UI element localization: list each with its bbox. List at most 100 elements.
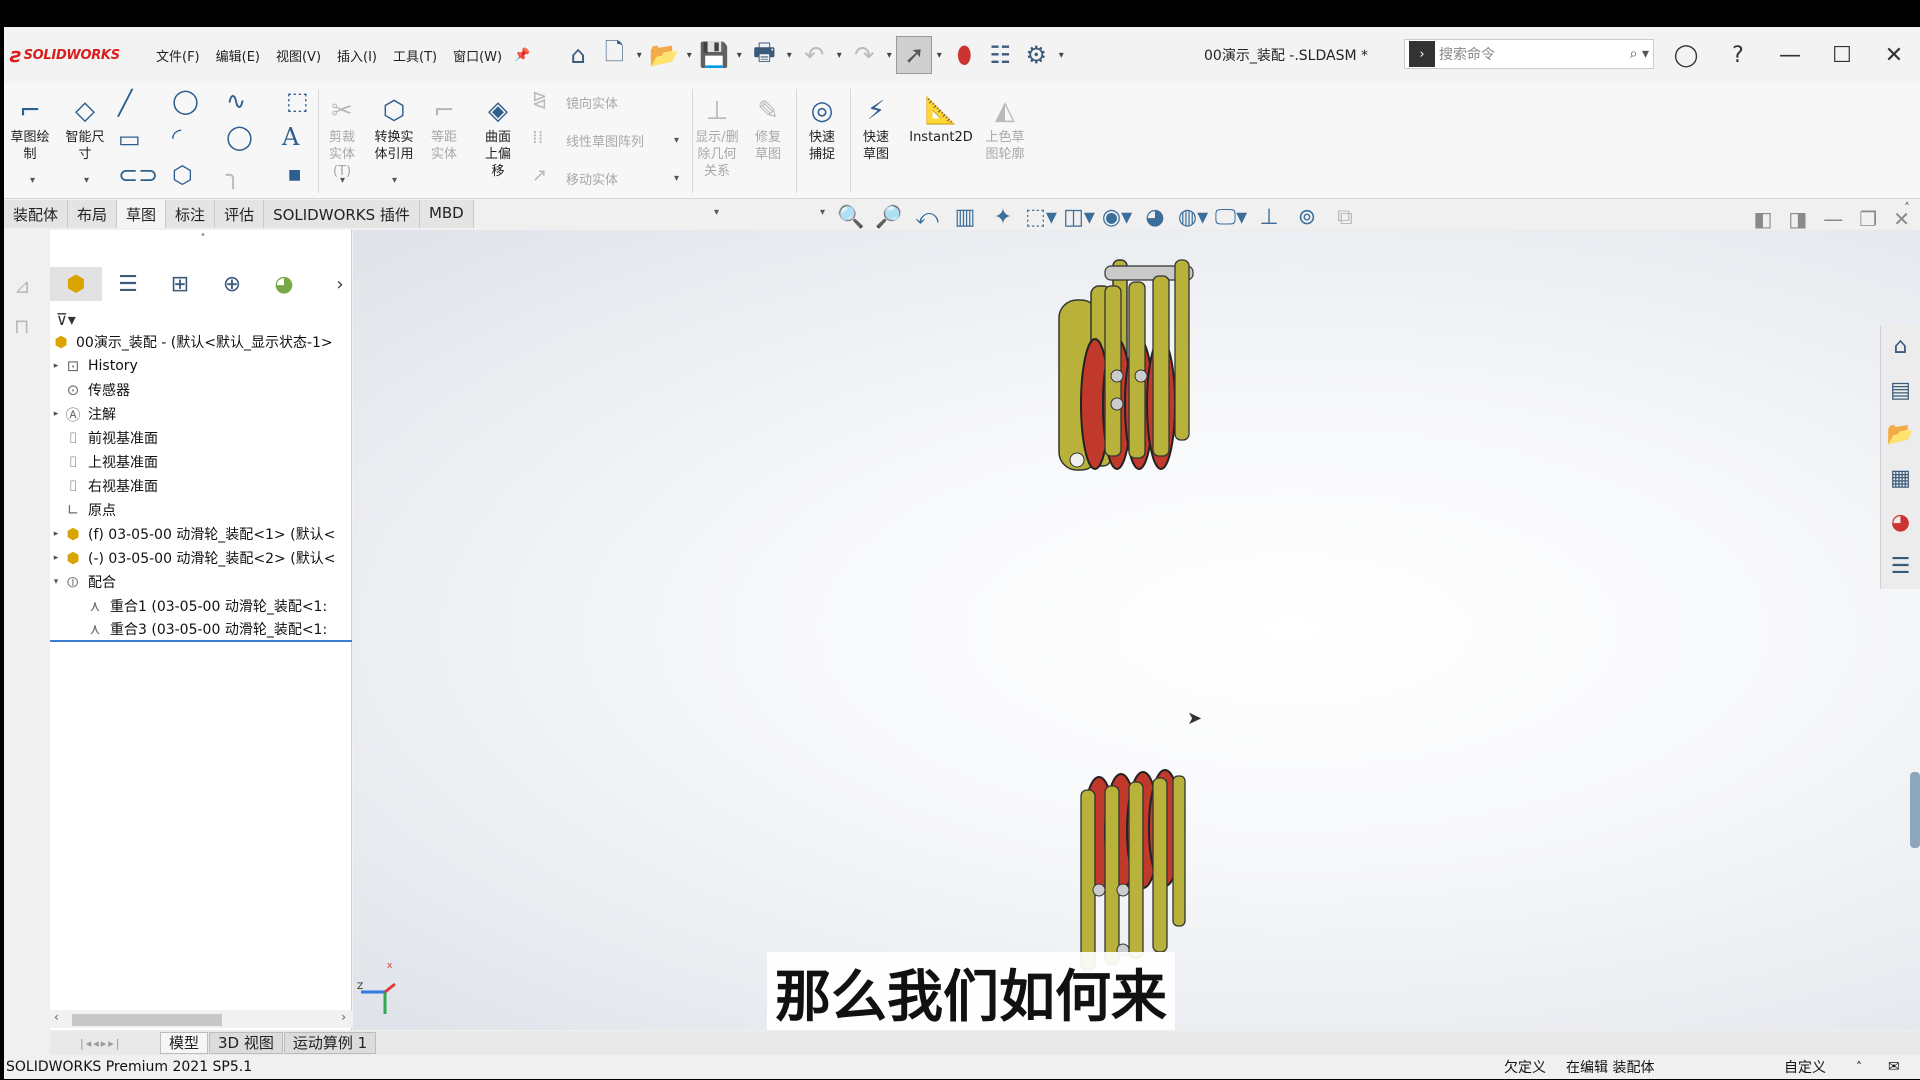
maximize-button[interactable]: ☐ [1816,43,1868,68]
display-manager-tab-icon[interactable]: ◕ [258,267,310,301]
chevron-down-icon[interactable]: ▾ [820,207,825,218]
slot-icon[interactable]: ⊂⊃ [118,161,158,189]
menu-edit[interactable]: 编辑(E) [208,46,268,65]
select-pointer-icon[interactable]: ➚ [896,36,933,74]
viewport-minimize-icon[interactable]: — [1823,207,1843,231]
view-palette-icon[interactable]: ▦ [1881,457,1920,501]
tree-item-mates[interactable]: ▾ ⦶ 配合 [50,570,352,594]
help-icon[interactable]: ? [1712,43,1764,68]
search-commands[interactable]: › 搜索命令 ⌕ ▾ [1404,39,1654,69]
hexagon-icon[interactable]: ⬡ [172,161,193,189]
hide-show-items-icon[interactable]: ◉▾ [1100,205,1134,230]
line-icon[interactable]: ╱ [118,89,132,117]
chevron-down-icon[interactable]: ▾ [714,207,719,218]
circle-icon[interactable]: ◯ [172,87,199,115]
shaded-sketch-contours-button[interactable]: ◭ 上色草图轮廓 [982,93,1028,163]
sketch-button[interactable]: ⌐ 草图绘制 [8,93,52,163]
file-properties-icon[interactable]: ☷ [982,36,1018,74]
tree-item-origin[interactable]: ∟ 原点 [50,498,352,522]
scroll-left-icon[interactable]: ‹ [54,1010,59,1024]
linear-pattern-label[interactable]: 线性草图阵列 [566,131,644,150]
layer-icon[interactable]: ⊓ [14,314,30,338]
linear-pattern-icon[interactable]: ⁞⁞ [532,127,543,148]
smart-dimension-button[interactable]: ◇ 智能尺寸 [62,93,108,163]
tree-item-component-1[interactable]: ▸ ⬢ (f) 03-05-00 动滑轮_装配<1> (默认< [50,522,352,546]
lower-pulley-block[interactable] [1080,769,1186,971]
tree-item-history[interactable]: ▸ ⊡ History [50,354,352,378]
arc-icon[interactable]: ◜ [172,123,181,151]
tab-3d-views[interactable]: 3D 视图 [209,1032,283,1054]
tab-sketch[interactable]: 草图 [117,200,167,228]
move-icon[interactable]: ↗ [532,165,547,186]
display-style-icon[interactable]: ◫▾ [1062,205,1096,230]
search-icon[interactable]: ⌕ ▾ [1630,46,1649,62]
rapid-sketch-button[interactable]: ⚡ 快速草图 [854,93,898,163]
tab-addins[interactable]: SOLIDWORKS 插件 [264,200,420,228]
menu-view[interactable]: 视图(V) [268,46,329,65]
viewport-split-right-icon[interactable]: ◨ [1788,207,1807,231]
fillet-icon[interactable]: ╮ [226,161,240,189]
rectangle-icon[interactable]: ▭ [118,125,141,153]
zoom-to-fit-icon[interactable]: 🔍 [834,205,868,230]
configuration-manager-tab-icon[interactable]: ⊞ [154,267,206,301]
expand-icon[interactable]: ▸ [50,553,62,563]
viewport-restore-icon[interactable]: ❐ [1859,207,1877,231]
view-settings-icon[interactable]: 🖵▾ [1214,205,1248,230]
filter-icon[interactable]: ⊽▾ [56,310,76,329]
chevron-down-icon[interactable]: ▾ [1054,50,1068,61]
units-custom[interactable]: 自定义 [1784,1057,1826,1077]
close-button[interactable]: ✕ [1868,43,1920,68]
apply-scene-icon[interactable]: ◍▾ [1176,205,1210,230]
tab-markup[interactable]: 标注 [166,200,216,228]
scroll-right-icon[interactable]: › [341,1010,346,1024]
offset-entities-button[interactable]: ⌐ 等距实体 [422,93,466,163]
instant2d-button[interactable]: 📐 Instant2D [906,93,976,146]
redo-icon[interactable]: ↷ [846,36,882,74]
cameras-icon[interactable]: ⧉ [1328,205,1362,230]
solidworks-resources-icon[interactable]: ⌂ [1881,325,1920,369]
tree-item-front-plane[interactable]: ⌷ 前视基准面 [50,426,352,450]
convert-entities-button[interactable]: ⬡ 转换实体引用 [370,93,418,163]
expand-icon[interactable]: ▸ [50,409,62,419]
menu-insert[interactable]: 插入(I) [329,46,385,65]
expand-icon[interactable]: ▸ [50,529,62,539]
display-delete-relations-button[interactable]: ⊥ 显示/删除几何关系 [694,93,740,180]
sketch-mode-icon[interactable]: ⊿ [14,274,31,298]
chevron-down-icon[interactable]: ▾ [392,175,397,186]
tree-item-component-2[interactable]: ▸ ⬢ (-) 03-05-00 动滑轮_装配<2> (默认< [50,546,352,570]
chevron-down-icon[interactable]: ▾ [674,135,679,146]
user-account-icon[interactable]: ◯ [1660,43,1712,68]
chevron-down-icon[interactable]: ▾ [832,50,846,61]
design-library-icon[interactable]: ▤ [1881,369,1920,413]
chevron-down-icon[interactable]: ▾ [782,50,796,61]
chevron-down-icon[interactable]: ▾ [882,50,896,61]
collapse-icon[interactable]: ▾ [50,577,62,587]
mirror-label[interactable]: 镜向实体 [566,93,618,112]
dimxpert-tab-icon[interactable]: ⊕ [206,267,258,301]
print-icon[interactable]: 🖶 [746,36,782,74]
file-explorer-icon[interactable]: 📂 [1881,413,1920,457]
feature-manager-tab-icon[interactable]: ⬢ [50,267,102,301]
tab-assembly[interactable]: 装配体 [4,200,69,228]
previous-view-icon[interactable]: ⤺ [910,205,944,230]
edit-appearance-icon[interactable]: ◕ [1138,205,1172,230]
tree-item-sensors[interactable]: ⊙ 传感器 [50,378,352,402]
section-view-icon[interactable]: ▥ [948,205,982,230]
zoom-area-icon[interactable]: 🔎 [872,205,906,230]
chevron-up-icon[interactable]: ˄ [1856,1060,1862,1074]
pin-icon[interactable]: 📌 [514,48,530,63]
tree-item-mate-coincident-1[interactable]: ⋏ 重合1 (03-05-00 动滑轮_装配<1: [50,594,352,618]
graphics-area[interactable]: Z x ➤ 那么我们如何来 [353,230,1920,1030]
chevron-down-icon[interactable]: ▾ [84,175,89,186]
new-document-icon[interactable]: 🗋 [596,36,632,74]
tab-mbd[interactable]: MBD [419,200,474,228]
mirror-icon[interactable]: ⧎ [532,89,547,110]
tab-layout[interactable]: 布局 [68,200,118,228]
save-icon[interactable]: 💾 [696,36,732,74]
viewport-scroll-handle[interactable] [1910,772,1920,848]
zoom-selection-icon[interactable]: ⊚ [1290,205,1324,230]
quick-snaps-button[interactable]: ◎ 快速捕捉 [800,93,844,163]
minimize-button[interactable]: — [1764,43,1816,68]
custom-properties-icon[interactable]: ☰ [1881,545,1920,589]
view-orientation-icon[interactable]: ⬚▾ [1024,205,1058,230]
